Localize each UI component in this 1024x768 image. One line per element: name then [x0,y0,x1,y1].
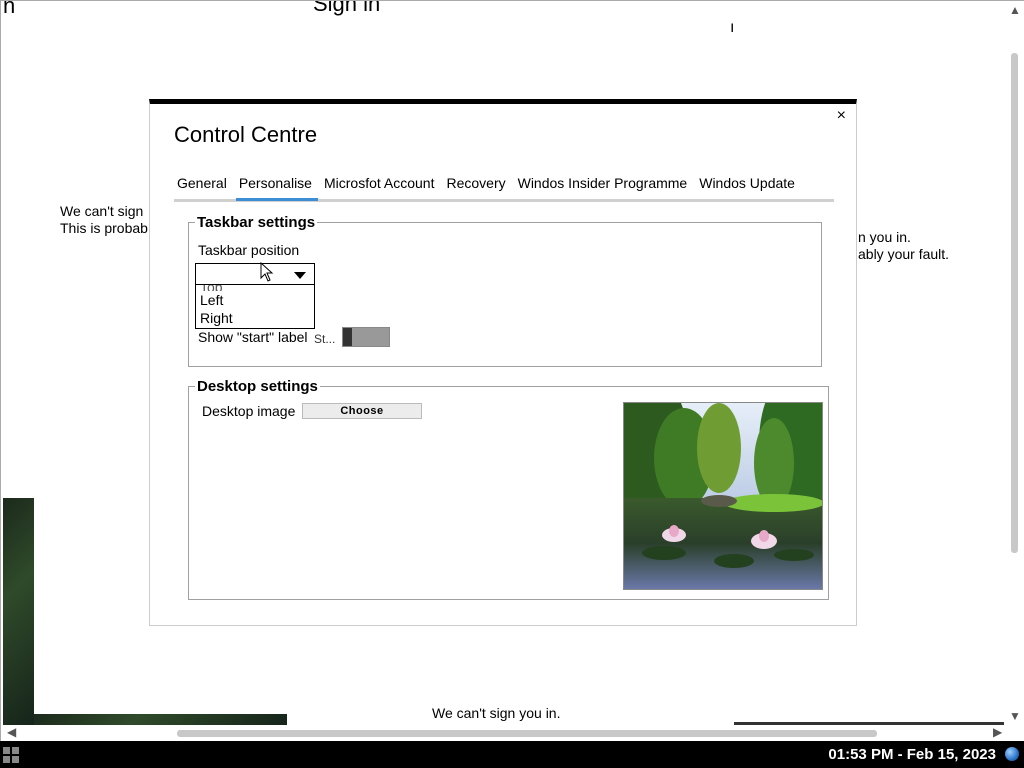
show-start-toggle[interactable] [342,327,390,347]
mouse-pointer-icon [260,261,274,287]
tab-recovery[interactable]: Recovery [443,172,511,198]
chevron-down-icon[interactable] [294,272,306,279]
start-menu-icon[interactable] [3,747,19,763]
scroll-left-icon[interactable]: ◀ [7,725,16,739]
bg-image-fragment [34,714,287,725]
taskbar-clock[interactable]: 01:53 PM - Feb 15, 2023 [828,746,996,763]
dialog-title: Control Centre [174,122,318,147]
bg-stray-glyph: n [3,0,16,18]
taskbar-settings-legend: Taskbar settings [195,214,318,231]
tab-microsoft-account[interactable]: Microsfot Account [321,172,441,198]
bg-signin-title: Sign in [313,0,381,16]
bg-message-line: This is probab [60,220,148,236]
taskbar-position-select[interactable] [195,263,315,285]
show-start-label: Show "start" label [198,329,308,345]
vertical-scrollbar[interactable]: ▲ ▼ [1007,3,1021,725]
choose-image-button[interactable]: Choose [302,403,422,419]
globe-icon[interactable] [1005,747,1019,761]
bg-message-line: We can't sign [60,203,144,219]
toggle-knob [343,328,352,346]
tab-general[interactable]: General [174,172,233,198]
tab-windows-update[interactable]: Windos Update [696,172,801,198]
taskbar: 01:53 PM - Feb 15, 2023 [0,741,1024,768]
control-centre-dialog: Control Centre × General Personalise Mic… [149,99,857,626]
tab-bar: General Personalise Microsfot Account Re… [174,172,834,202]
toggle-caption: St... [314,332,336,346]
scroll-down-icon[interactable]: ▼ [1009,709,1021,723]
bg-message-line: n you in. [858,229,911,245]
tab-insider-programme[interactable]: Windos Insider Programme [515,172,694,198]
bg-bottom-message: We can't sign you in. [432,705,561,721]
taskbar-position-value [196,264,200,280]
bg-message-line: ably your fault. [858,246,950,262]
desktop-settings-legend: Desktop settings [195,378,320,395]
close-icon[interactable]: × [837,107,846,125]
taskbar-position-dropdown: Top Left Right [195,285,315,329]
desktop-image-graphic [624,403,822,589]
scroll-right-icon[interactable]: ▶ [993,725,1002,739]
dropdown-option-left[interactable]: Left [196,291,314,309]
tab-personalise[interactable]: Personalise [235,172,318,201]
bg-stray-glyph: ı [730,19,735,36]
desktop-image-preview [623,402,823,590]
taskbar-position-label: Taskbar position [198,242,300,258]
horizontal-scrollbar[interactable]: ◀ ▶ [1,725,1024,741]
vertical-scroll-thumb[interactable] [1011,53,1018,553]
scroll-up-icon[interactable]: ▲ [1009,3,1021,17]
bg-image-fragment [3,498,34,725]
desktop-image-label: Desktop image [202,403,296,419]
horizontal-scroll-thumb[interactable] [177,730,877,737]
dropdown-option-right[interactable]: Right [196,309,314,327]
